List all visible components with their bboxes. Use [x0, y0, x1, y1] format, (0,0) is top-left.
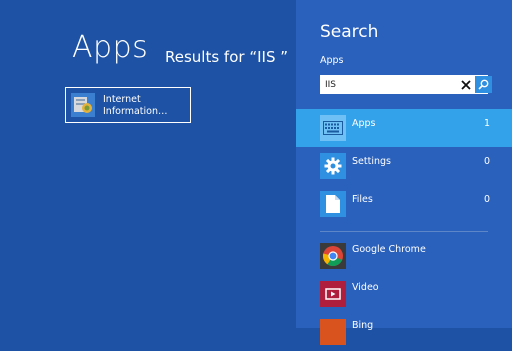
divider: [320, 231, 488, 232]
search-scope-label: Apps: [320, 55, 344, 66]
result-tile-label: Internet Information…: [103, 94, 168, 118]
file-icon: [320, 191, 346, 217]
filter-apps-label: Apps: [352, 118, 376, 129]
filter-settings[interactable]: Settings 0: [296, 147, 512, 185]
bing-icon: [320, 319, 346, 345]
iis-manager-icon: [71, 93, 95, 117]
clear-search-button[interactable]: [458, 75, 474, 94]
video-icon: [320, 281, 346, 307]
filter-files-count: 0: [483, 194, 490, 205]
result-tile-line2: Information…: [103, 106, 168, 117]
app-result-video[interactable]: Video: [296, 275, 512, 313]
gear-icon: [320, 153, 346, 179]
filter-files-label: Files: [352, 194, 373, 205]
close-icon: [461, 79, 471, 90]
app-result-bing[interactable]: Bing: [296, 313, 512, 351]
filter-files[interactable]: Files 0: [296, 185, 512, 223]
result-tile-iis[interactable]: Internet Information…: [65, 87, 191, 123]
filter-settings-count: 0: [483, 156, 490, 167]
search-box: [320, 75, 492, 94]
app-result-bing-label: Bing: [352, 320, 374, 331]
search-input[interactable]: [320, 75, 456, 94]
filter-apps[interactable]: Apps 1: [296, 109, 512, 147]
chrome-icon: [320, 243, 346, 269]
app-result-google-chrome-label: Google Chrome: [352, 244, 426, 255]
app-result-video-label: Video: [352, 282, 379, 293]
search-submit-button[interactable]: [475, 76, 492, 93]
result-tile-line1: Internet: [103, 94, 141, 105]
app-result-google-chrome[interactable]: Google Chrome: [296, 237, 512, 275]
apps-results-area: Apps Results for “IIS ” Internet Informa…: [0, 0, 296, 328]
search-pane-title: Search: [320, 22, 379, 42]
filter-apps-count: 1: [483, 118, 490, 129]
magnifier-icon: [478, 79, 489, 90]
search-pane: Search Apps IIS Apps 1 Settings 0 Files …: [296, 0, 512, 345]
keyboard-icon: [320, 115, 346, 141]
filter-settings-label: Settings: [352, 156, 391, 167]
results-heading: Results for “IIS ”: [165, 48, 289, 66]
page-title: Apps: [72, 30, 149, 65]
